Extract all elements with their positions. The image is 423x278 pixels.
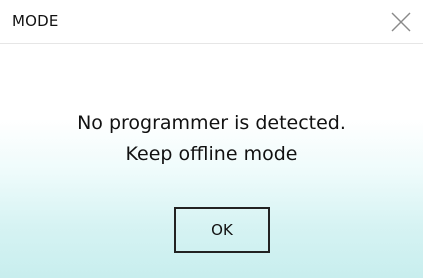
message-line-2: Keep offline mode	[125, 143, 298, 165]
dialog-body: No programmer is detected. Keep offline …	[0, 44, 423, 278]
mode-dialog: MODE No programmer is detected. Keep off…	[0, 0, 423, 278]
ok-button[interactable]: OK	[174, 207, 270, 253]
dialog-message: No programmer is detected. Keep offline …	[0, 108, 423, 170]
message-line-1: No programmer is detected.	[77, 112, 346, 134]
close-button[interactable]	[387, 8, 415, 36]
dialog-title: MODE	[12, 12, 59, 30]
close-icon	[391, 12, 411, 32]
dialog-titlebar: MODE	[0, 0, 423, 43]
